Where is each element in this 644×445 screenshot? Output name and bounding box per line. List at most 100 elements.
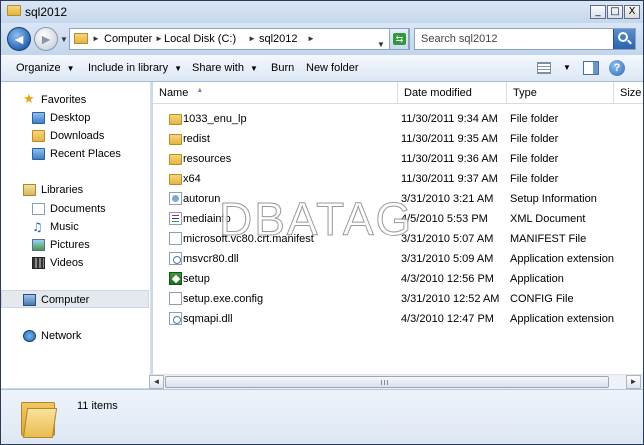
file-name: setup <box>183 273 210 285</box>
folder-icon <box>169 174 182 185</box>
item-count: 11 items <box>77 400 118 412</box>
table-row[interactable]: setup.exe.config 3/31/2010 12:52 AM CONFIG… <box>153 289 643 309</box>
explorer-window: sql2012 _ □ X ◄ ► ▼ ► Computer ► Local D… <box>0 0 644 445</box>
file-date-modified: 3/31/2010 12:52 AM <box>401 293 500 305</box>
file-type: File folder <box>510 133 559 145</box>
file-name: 1033_enu_lp <box>183 113 247 125</box>
command-bar: Organize ▼ Include in library ▼ Share with… <box>1 55 643 82</box>
file-date-modified: 3/31/2010 5:09 AM <box>401 253 494 265</box>
table-row[interactable]: setup 4/3/2010 12:56 PM Application <box>153 269 643 289</box>
address-dropdown-icon[interactable]: ▼ <box>377 40 385 49</box>
search-box[interactable]: Search sql2012 <box>414 28 636 50</box>
file-date-modified: 3/31/2010 5:07 AM <box>401 233 494 245</box>
breadcrumb-local-disk[interactable]: Local Disk (C:) <box>164 33 236 45</box>
back-button[interactable]: ◄ <box>7 27 31 51</box>
nav-recent-places[interactable]: Recent Places <box>1 145 149 163</box>
column-date-modified[interactable]: Date modified <box>398 82 507 104</box>
search-input[interactable]: Search sql2012 <box>421 33 497 45</box>
window-title: sql2012 <box>25 5 68 19</box>
help-icon[interactable]: ? <box>609 60 625 76</box>
forward-button[interactable]: ► <box>34 27 58 51</box>
scroll-right-button[interactable]: ► <box>626 375 641 389</box>
column-name[interactable]: Name ▲ <box>153 82 398 104</box>
recent-pages-dropdown[interactable]: ▼ <box>60 35 68 44</box>
share-with-button[interactable]: Share with ▼ <box>192 62 258 74</box>
new-folder-button[interactable]: New folder <box>306 62 359 74</box>
folder-icon <box>169 134 182 145</box>
nav-music[interactable]: ♫ Music <box>1 218 149 236</box>
sort-ascending-icon: ▲ <box>196 87 204 94</box>
star-icon: ★ <box>23 91 35 106</box>
folder-icon <box>169 154 182 165</box>
folder-icon <box>74 33 88 44</box>
pictures-icon <box>32 239 45 251</box>
chevron-right-icon[interactable]: ► <box>92 34 100 43</box>
file-date-modified: 11/30/2011 9:37 AM <box>401 173 498 185</box>
address-row: ◄ ► ▼ ► Computer ► Local Disk (C:) ► sql… <box>1 23 643 55</box>
breadcrumb-sql2012[interactable]: sql2012 <box>259 33 298 45</box>
column-type[interactable]: Type <box>507 82 614 104</box>
nav-pictures[interactable]: Pictures <box>1 236 149 254</box>
nav-libraries[interactable]: Libraries <box>1 181 149 199</box>
views-dropdown-icon[interactable]: ▼ <box>563 63 571 72</box>
file-date-modified: 11/30/2011 9:35 AM <box>401 133 498 145</box>
nav-computer[interactable]: Computer <box>1 290 149 308</box>
file-name: x64 <box>183 173 201 185</box>
nav-downloads[interactable]: Downloads <box>1 127 149 145</box>
file-type: File folder <box>510 153 559 165</box>
file-name: msvcr80.dll <box>183 253 239 265</box>
setup-info-icon <box>169 192 182 205</box>
nav-documents[interactable]: Documents <box>1 200 149 218</box>
nav-favorites[interactable]: ★ Favorites <box>1 91 149 109</box>
title-bar[interactable]: sql2012 _ □ X <box>1 1 643 23</box>
file-type: CONFIG File <box>510 293 574 305</box>
file-name: setup.exe.config <box>183 293 264 305</box>
include-in-library-button[interactable]: Include in library ▼ <box>88 62 182 74</box>
dll-icon <box>169 312 182 325</box>
nav-desktop[interactable]: Desktop <box>1 109 149 127</box>
search-icon[interactable] <box>613 29 635 49</box>
nav-videos[interactable]: Videos <box>1 254 149 272</box>
table-row[interactable]: sqmapi.dll 4/3/2010 12:47 PM Application e… <box>153 309 643 329</box>
details-pane: 11 items <box>1 389 643 444</box>
file-date-modified: 4/3/2010 12:56 PM <box>401 273 494 285</box>
table-row[interactable]: redist 11/30/2011 9:35 AM File folder <box>153 129 643 149</box>
chevron-right-icon[interactable]: ► <box>307 34 315 43</box>
file-date-modified: 11/30/2011 9:36 AM <box>401 153 498 165</box>
table-row[interactable]: 1033_enu_lp 11/30/2011 9:34 AM File folder <box>153 109 643 129</box>
nav-network[interactable]: Network <box>1 327 149 345</box>
file-date-modified: 11/30/2011 9:34 AM <box>401 113 498 125</box>
preview-pane-icon[interactable] <box>583 61 599 75</box>
file-icon <box>169 232 182 245</box>
horizontal-scrollbar[interactable]: ◄ ► <box>149 374 643 389</box>
close-button[interactable]: X <box>624 5 640 19</box>
scroll-thumb[interactable] <box>165 376 609 388</box>
table-row[interactable]: msvcr80.dll 3/31/2010 5:09 AM Application … <box>153 249 643 269</box>
burn-button[interactable]: Burn <box>271 62 294 74</box>
file-type: MANIFEST File <box>510 233 587 245</box>
application-icon <box>169 272 182 285</box>
scroll-left-button[interactable]: ◄ <box>149 375 164 389</box>
column-size[interactable]: Size <box>614 82 643 104</box>
table-row[interactable]: resources 11/30/2011 9:36 AM File folder <box>153 149 643 169</box>
watermark: DBATAG <box>218 193 414 246</box>
minimize-button[interactable]: _ <box>590 5 606 19</box>
file-icon <box>169 292 182 305</box>
documents-icon <box>32 203 45 215</box>
chevron-right-icon[interactable]: ► <box>248 34 256 43</box>
maximize-button[interactable]: □ <box>607 5 623 19</box>
address-bar[interactable]: ► Computer ► Local Disk (C:) ► sql2012 ►… <box>69 28 410 50</box>
file-name: resources <box>183 153 232 165</box>
organize-button[interactable]: Organize ▼ <box>16 62 75 74</box>
file-type: Application extension <box>510 313 614 325</box>
file-type: Setup Information <box>510 193 597 205</box>
breadcrumb-computer[interactable]: Computer <box>104 33 152 45</box>
file-type: File folder <box>510 173 559 185</box>
libraries-icon <box>23 184 36 196</box>
chevron-right-icon[interactable]: ► <box>155 34 163 43</box>
views-icon[interactable] <box>537 62 551 74</box>
table-row[interactable]: x64 11/30/2011 9:37 AM File folder <box>153 169 643 189</box>
network-icon <box>23 330 36 342</box>
refresh-icon: ⇆ <box>393 33 406 45</box>
refresh-button[interactable]: ⇆ <box>389 28 409 50</box>
